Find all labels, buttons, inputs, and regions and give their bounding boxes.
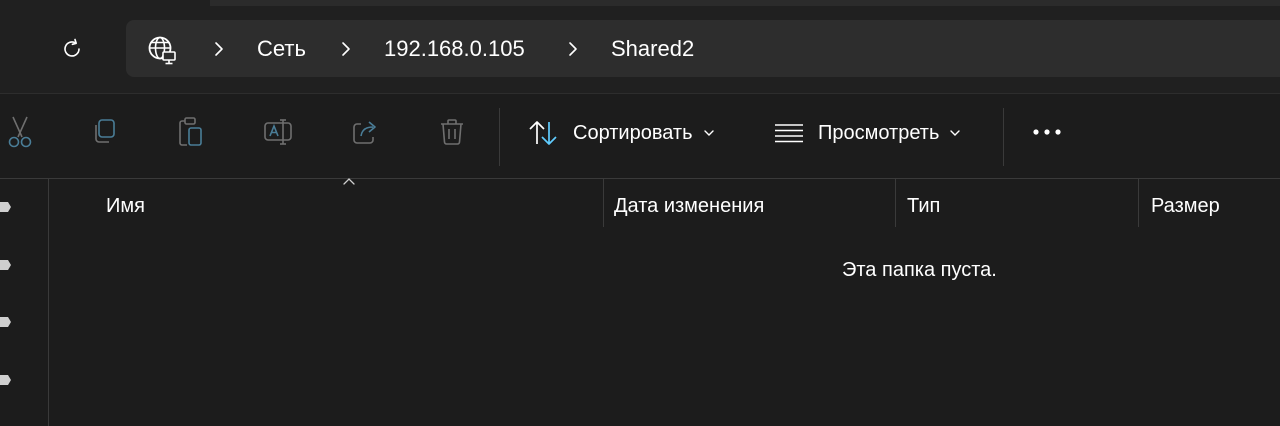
column-divider[interactable] — [1138, 179, 1139, 227]
paste-button[interactable] — [171, 112, 211, 152]
refresh-button[interactable] — [52, 29, 92, 69]
network-globe-icon — [148, 36, 176, 65]
pin-icon[interactable] — [0, 256, 12, 276]
column-header-type[interactable]: Тип — [907, 195, 940, 218]
paste-icon — [179, 117, 202, 146]
more-icon — [1033, 129, 1061, 135]
column-header-date[interactable]: Дата изменения — [614, 195, 764, 218]
view-button[interactable]: Просмотреть — [774, 112, 961, 154]
chevron-down-icon — [950, 130, 961, 136]
pin-icon[interactable] — [0, 313, 12, 333]
chevron-right-icon[interactable] — [339, 39, 353, 59]
command-bar: Сортировать Просмотреть — [0, 94, 1280, 179]
sort-arrows-icon — [529, 121, 557, 145]
breadcrumb-network[interactable]: Сеть — [257, 36, 306, 62]
toolbar-divider — [499, 108, 500, 166]
rename-button[interactable] — [258, 112, 298, 152]
address-bar[interactable]: Сеть 192.168.0.105 Shared2 — [126, 20, 1280, 77]
empty-folder-message: Эта папка пуста. — [842, 259, 997, 281]
more-options-button[interactable] — [1027, 112, 1067, 152]
cut-button[interactable] — [0, 112, 40, 152]
column-header-name[interactable]: Имя — [106, 195, 145, 218]
pin-icon[interactable] — [0, 198, 12, 218]
tab-strip — [210, 0, 1280, 6]
sort-label: Сортировать — [573, 121, 693, 144]
view-label: Просмотреть — [818, 121, 940, 144]
share-icon — [353, 121, 376, 144]
copy-icon — [95, 119, 115, 143]
title-bar: Сеть 192.168.0.105 Shared2 — [0, 0, 1280, 94]
column-divider[interactable] — [895, 179, 896, 227]
view-list-icon — [775, 124, 803, 143]
chevron-down-icon — [703, 130, 714, 136]
pin-icon[interactable] — [0, 371, 12, 391]
chevron-right-icon[interactable] — [566, 39, 580, 59]
breadcrumb-folder[interactable]: Shared2 — [611, 36, 694, 62]
copy-button[interactable] — [84, 112, 124, 152]
cut-icon — [8, 116, 32, 148]
column-divider[interactable] — [603, 179, 604, 227]
delete-icon — [441, 119, 463, 145]
sort-ascending-icon — [343, 178, 355, 185]
column-header-size[interactable]: Размер — [1151, 195, 1220, 218]
toolbar-divider — [1003, 108, 1004, 166]
share-button[interactable] — [345, 112, 385, 152]
file-list: Имя Дата изменения Тип Размер Эта папка … — [49, 178, 1280, 426]
refresh-icon — [64, 38, 80, 57]
navigation-pane — [0, 179, 49, 426]
sort-button[interactable]: Сортировать — [527, 112, 715, 154]
delete-button[interactable] — [432, 112, 472, 152]
rename-icon — [264, 119, 292, 145]
chevron-right-icon — [215, 42, 223, 56]
breadcrumb-host[interactable]: 192.168.0.105 — [384, 36, 525, 62]
